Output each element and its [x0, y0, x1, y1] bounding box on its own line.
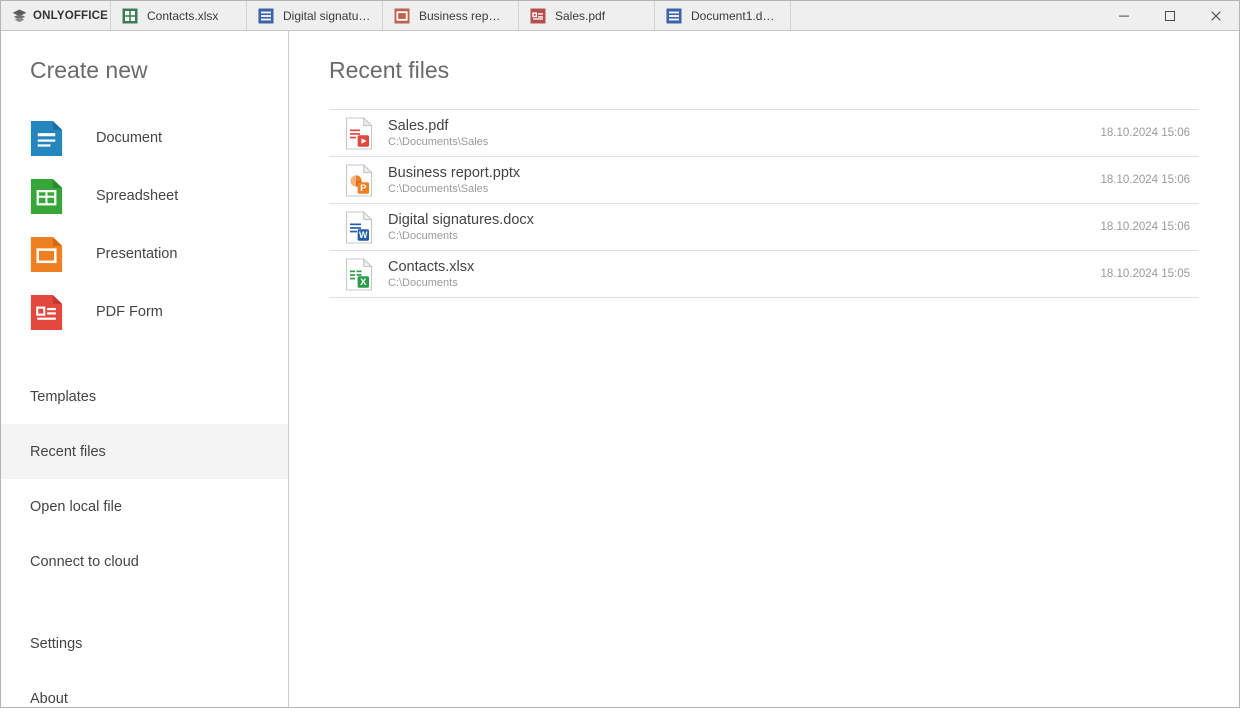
document-tab-icon — [666, 8, 682, 24]
file-date: 18.10.2024 15:06 — [1100, 221, 1199, 233]
spreadsheet-icon — [27, 177, 66, 216]
window-controls — [1101, 1, 1239, 30]
pdf-file-icon — [345, 117, 373, 150]
create-item-label: Spreadsheet — [96, 188, 178, 204]
tab-label: Business rep… — [419, 9, 500, 23]
sidebar-spacer — [1, 589, 288, 616]
table-row[interactable]: W Digital signatures.docx C:\Documents 1… — [329, 204, 1199, 251]
document-tab-icon — [258, 8, 274, 24]
page-title: Recent files — [329, 31, 1199, 109]
file-path: C:\Documents — [388, 229, 1086, 243]
pptx-file-icon: P — [345, 164, 373, 197]
app-brand: ONLYOFFICE — [1, 1, 111, 30]
create-pdf-form-button[interactable]: PDF Form — [1, 283, 288, 341]
create-new-list: Document Spreadsheet — [1, 109, 288, 369]
sidebar-item-settings[interactable]: Settings — [1, 616, 288, 671]
tab-digital-signatures-docx[interactable]: Digital signatu… — [247, 1, 383, 30]
spreadsheet-tab-icon — [122, 8, 138, 24]
minimize-button[interactable] — [1101, 1, 1147, 30]
file-name: Contacts.xlsx — [388, 259, 1086, 276]
sidebar-item-recent-files[interactable]: Recent files — [1, 424, 288, 479]
create-spreadsheet-button[interactable]: Spreadsheet — [1, 167, 288, 225]
table-row[interactable]: X Contacts.xlsx C:\Documents 18.10.2024 … — [329, 251, 1199, 298]
create-new-section: Create new Document — [1, 31, 288, 369]
tab-sales-pdf[interactable]: Sales.pdf — [519, 1, 655, 30]
brand-label: ONLYOFFICE — [33, 10, 108, 22]
recent-files-list: Sales.pdf C:\Documents\Sales 18.10.2024 … — [329, 109, 1199, 298]
create-document-button[interactable]: Document — [1, 109, 288, 167]
sidebar-item-open-local-file[interactable]: Open local file — [1, 479, 288, 534]
sidebar-item-templates[interactable]: Templates — [1, 369, 288, 424]
file-name: Business report.pptx — [388, 165, 1086, 182]
tab-label: Sales.pdf — [555, 9, 605, 23]
file-path: C:\Documents\Sales — [388, 135, 1086, 149]
title-bar: ONLYOFFICE Contacts.xlsx — [1, 1, 1239, 31]
file-path: C:\Documents\Sales — [388, 182, 1086, 196]
file-date: 18.10.2024 15:06 — [1100, 174, 1199, 186]
presentation-icon — [27, 235, 66, 274]
recent-files-panel: Recent files — [289, 31, 1239, 707]
table-row[interactable]: Sales.pdf C:\Documents\Sales 18.10.2024 … — [329, 110, 1199, 157]
create-presentation-button[interactable]: Presentation — [1, 225, 288, 283]
sidebar-item-about[interactable]: About — [1, 671, 288, 726]
file-info: Business report.pptx C:\Documents\Sales — [388, 165, 1086, 196]
create-item-label: PDF Form — [96, 304, 163, 320]
pdf-form-icon — [27, 293, 66, 332]
tab-contacts-xlsx[interactable]: Contacts.xlsx — [111, 1, 247, 30]
svg-text:W: W — [359, 230, 368, 240]
file-name: Digital signatures.docx — [388, 212, 1086, 229]
file-info: Contacts.xlsx C:\Documents — [388, 259, 1086, 290]
pdfform-tab-icon — [530, 8, 546, 24]
sidebar: Create new Document — [1, 31, 289, 707]
svg-text:P: P — [360, 182, 366, 193]
svg-text:X: X — [360, 276, 367, 287]
sidebar-item-connect-to-cloud[interactable]: Connect to cloud — [1, 534, 288, 589]
layers-stack-icon — [12, 9, 27, 23]
file-date: 18.10.2024 15:06 — [1100, 127, 1199, 139]
file-path: C:\Documents — [388, 276, 1086, 290]
sidebar-nav: Templates Recent files Open local file C… — [1, 369, 288, 726]
tab-label: Contacts.xlsx — [147, 9, 218, 23]
xlsx-file-icon: X — [345, 258, 373, 291]
close-button[interactable] — [1193, 1, 1239, 30]
file-info: Sales.pdf C:\Documents\Sales — [388, 118, 1086, 149]
document-tabs: Contacts.xlsx Digital signatu… — [111, 1, 1101, 30]
tab-label: Digital signatu… — [283, 9, 370, 23]
tab-label: Document1.d… — [691, 9, 774, 23]
table-row[interactable]: P Business report.pptx C:\Documents\Sale… — [329, 157, 1199, 204]
tab-business-report-pptx[interactable]: Business rep… — [383, 1, 519, 30]
main-body: Create new Document — [1, 31, 1239, 707]
file-info: Digital signatures.docx C:\Documents — [388, 212, 1086, 243]
create-item-label: Document — [96, 130, 162, 146]
tab-document1-docx[interactable]: Document1.d… — [655, 1, 791, 30]
docx-file-icon: W — [345, 211, 373, 244]
file-name: Sales.pdf — [388, 118, 1086, 135]
maximize-button[interactable] — [1147, 1, 1193, 30]
create-item-label: Presentation — [96, 246, 177, 262]
create-new-title: Create new — [1, 31, 288, 109]
presentation-tab-icon — [394, 8, 410, 24]
document-icon — [27, 119, 66, 158]
onlyoffice-start-window: ONLYOFFICE Contacts.xlsx — [0, 0, 1240, 708]
file-date: 18.10.2024 15:05 — [1100, 268, 1199, 280]
